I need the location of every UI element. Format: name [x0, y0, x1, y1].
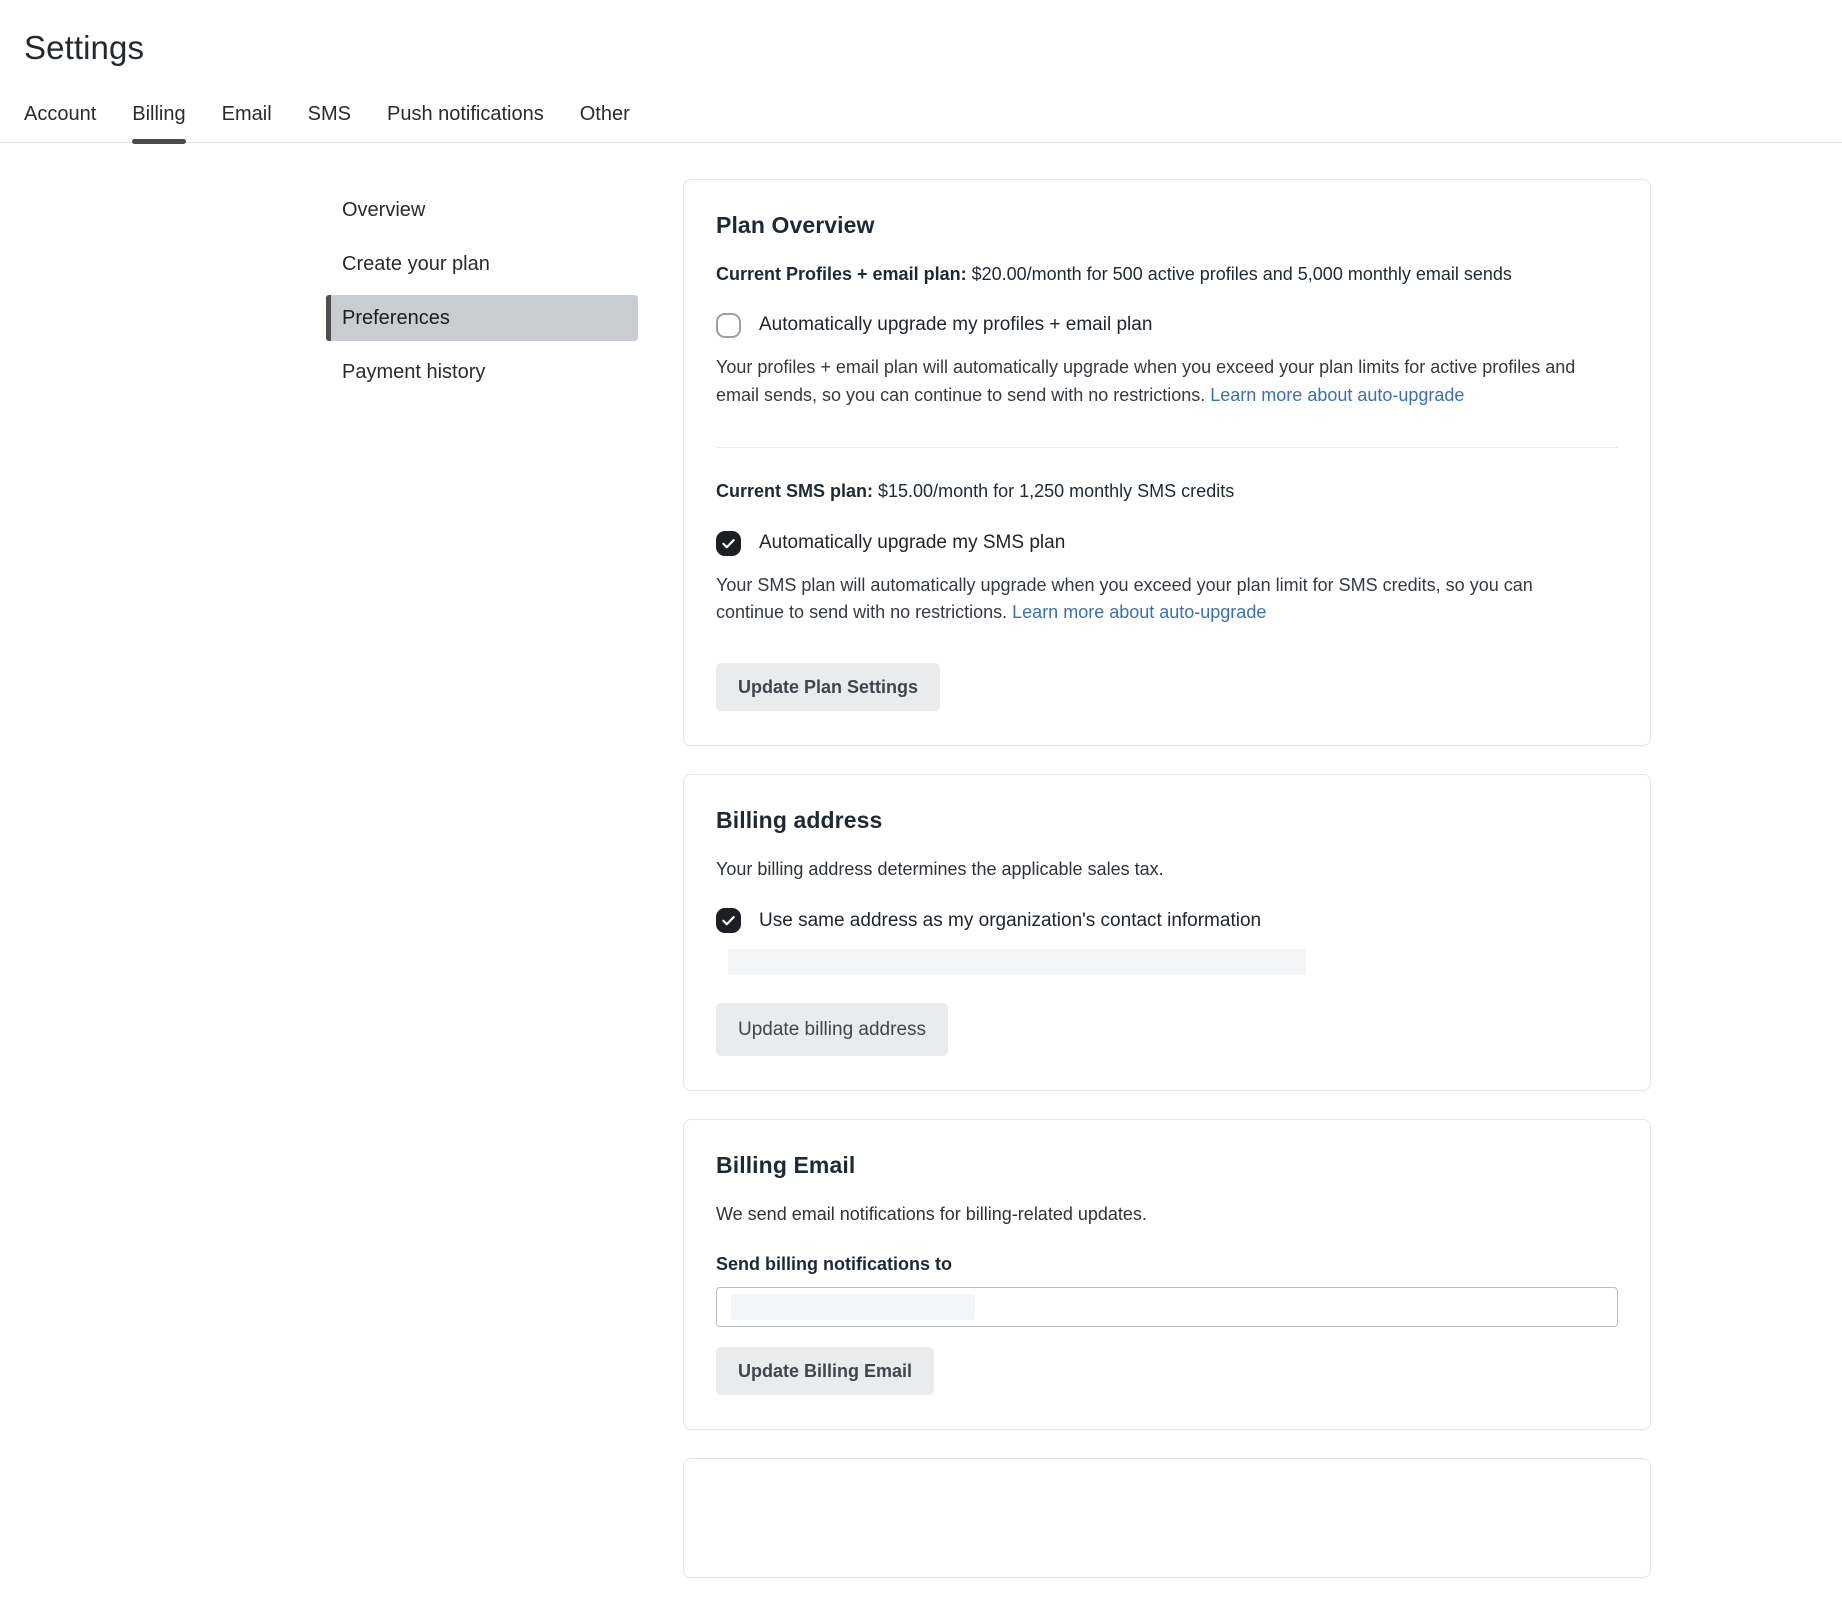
checkmark-icon	[721, 913, 736, 928]
billing-email-subtitle: We send email notifications for billing-…	[716, 1201, 1618, 1227]
billing-address-card: Billing address Your billing address det…	[683, 774, 1651, 1091]
billing-email-field-label: Send billing notifications to	[716, 1254, 1618, 1275]
current-profiles-plan: Current Profiles + email plan: $20.00/mo…	[716, 261, 1618, 287]
update-billing-address-button[interactable]: Update billing address	[716, 1003, 948, 1056]
next-section-card-partial	[683, 1458, 1651, 1578]
billing-address-value	[728, 949, 1306, 975]
sms-learn-more-link[interactable]: Learn more about auto-upgrade	[1012, 602, 1266, 622]
plan-overview-title: Plan Overview	[716, 212, 1618, 239]
current-profiles-plan-value: $20.00/month for 500 active profiles and…	[967, 264, 1512, 284]
auto-upgrade-sms-label[interactable]: Automatically upgrade my SMS plan	[759, 531, 1065, 556]
same-address-row[interactable]: Use same address as my organization's co…	[716, 908, 1618, 933]
same-address-label[interactable]: Use same address as my organization's co…	[759, 909, 1261, 934]
auto-upgrade-profiles-row[interactable]: Automatically upgrade my profiles + emai…	[716, 313, 1618, 338]
tab-account[interactable]: Account	[24, 104, 114, 142]
plan-section-divider	[716, 447, 1618, 448]
update-billing-email-button[interactable]: Update Billing Email	[716, 1347, 934, 1395]
page-content: Overview Create your plan Preferences Pa…	[0, 143, 1842, 1606]
billing-email-card: Billing Email We send email notification…	[683, 1119, 1651, 1429]
plan-overview-card: Plan Overview Current Profiles + email p…	[683, 179, 1651, 747]
tab-email[interactable]: Email	[204, 104, 290, 142]
page-title: Settings	[24, 28, 1842, 68]
auto-upgrade-profiles-checkbox[interactable]	[716, 313, 741, 338]
subnav-item-preferences[interactable]: Preferences	[326, 295, 638, 341]
update-plan-settings-button[interactable]: Update Plan Settings	[716, 663, 940, 711]
billing-address-subtitle: Your billing address determines the appl…	[716, 856, 1618, 882]
auto-upgrade-profiles-description: Your profiles + email plan will automati…	[716, 354, 1596, 410]
page-header: Settings	[0, 0, 1842, 68]
profiles-learn-more-link[interactable]: Learn more about auto-upgrade	[1210, 385, 1464, 405]
tab-push-notifications[interactable]: Push notifications	[369, 104, 562, 142]
billing-email-input[interactable]	[716, 1287, 1618, 1327]
billing-subnav: Overview Create your plan Preferences Pa…	[326, 179, 638, 403]
checkmark-icon	[721, 536, 736, 551]
subnav-item-payment-history[interactable]: Payment history	[326, 349, 638, 395]
auto-upgrade-sms-checkbox[interactable]	[716, 531, 741, 556]
current-profiles-plan-label: Current Profiles + email plan:	[716, 264, 967, 284]
current-sms-plan-value: $15.00/month for 1,250 monthly SMS credi…	[873, 481, 1234, 501]
settings-tabbar: Account Billing Email SMS Push notificat…	[0, 104, 1842, 143]
tab-other[interactable]: Other	[562, 104, 648, 142]
current-sms-plan: Current SMS plan: $15.00/month for 1,250…	[716, 478, 1618, 504]
auto-upgrade-sms-description: Your SMS plan will automatically upgrade…	[716, 572, 1596, 628]
auto-upgrade-sms-row[interactable]: Automatically upgrade my SMS plan	[716, 531, 1618, 556]
auto-upgrade-profiles-label[interactable]: Automatically upgrade my profiles + emai…	[759, 313, 1152, 338]
billing-email-title: Billing Email	[716, 1152, 1618, 1179]
settings-main: Plan Overview Current Profiles + email p…	[683, 179, 1651, 1606]
current-sms-plan-label: Current SMS plan:	[716, 481, 873, 501]
tab-sms[interactable]: SMS	[290, 104, 369, 142]
billing-address-title: Billing address	[716, 807, 1618, 834]
subnav-item-overview[interactable]: Overview	[326, 187, 638, 233]
tab-billing[interactable]: Billing	[114, 104, 203, 142]
same-address-checkbox[interactable]	[716, 908, 741, 933]
billing-address-actions: Update billing address	[716, 1003, 1618, 1056]
subnav-item-create-your-plan[interactable]: Create your plan	[326, 241, 638, 287]
billing-email-value	[731, 1294, 975, 1320]
